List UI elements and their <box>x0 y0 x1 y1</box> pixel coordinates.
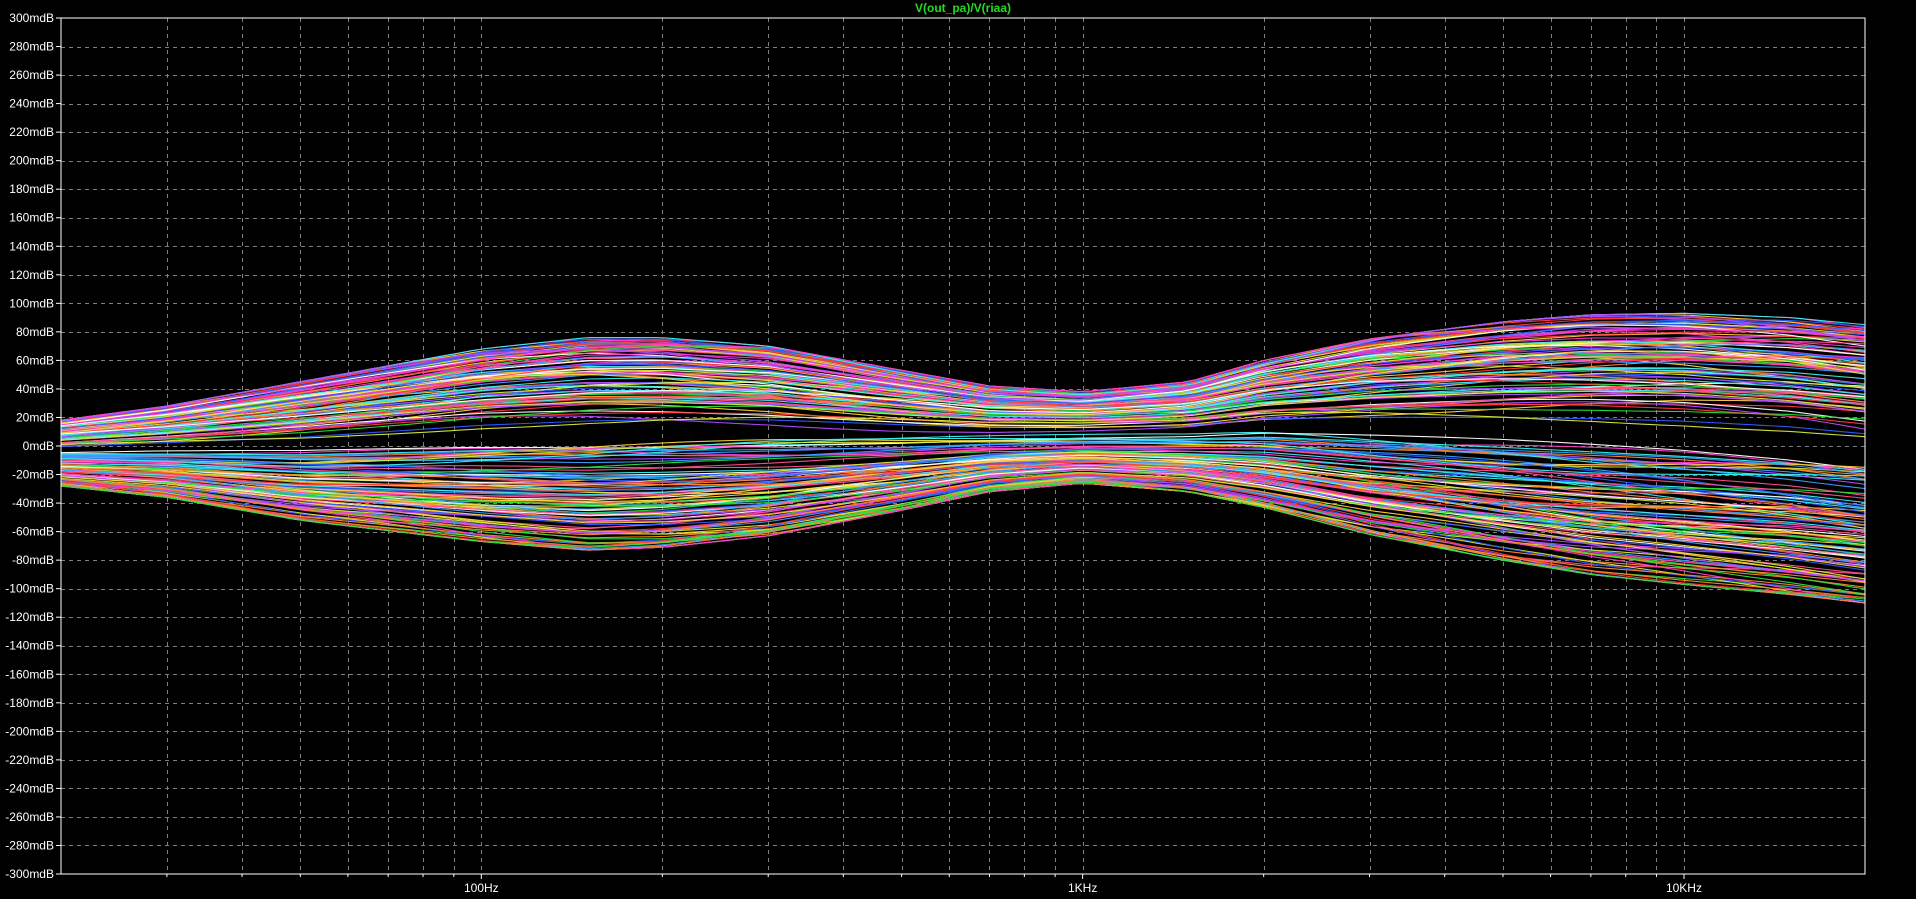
y-tick-label: -60mdB <box>12 525 54 539</box>
y-tick-label: -180mdB <box>5 696 54 710</box>
y-tick-label: -260mdB <box>5 810 54 824</box>
x-tick-label: 100Hz <box>464 881 499 895</box>
chart-background <box>0 0 1916 899</box>
y-tick-label: 120mdB <box>9 268 54 282</box>
y-tick-label: 160mdB <box>9 211 54 225</box>
y-tick-label: -200mdB <box>5 724 54 738</box>
chart-title[interactable]: V(out_pa)/V(riaa) <box>915 1 1011 15</box>
y-tick-label: 240mdB <box>9 97 54 111</box>
y-tick-label: 60mdB <box>16 353 54 367</box>
y-tick-label: 300mdB <box>9 11 54 25</box>
bode-plot-chart: 300mdB 280mdB 260mdB 240mdB 220mdB 200mdB 180m… <box>0 0 1916 899</box>
y-tick-label: 0mdB <box>23 439 54 453</box>
y-tick-label: -280mdB <box>5 838 54 852</box>
y-tick-label: -220mdB <box>5 753 54 767</box>
y-tick-label: -300mdB <box>5 867 54 881</box>
y-tick-label: -120mdB <box>5 610 54 624</box>
y-tick-label: 260mdB <box>9 68 54 82</box>
y-tick-label: 140mdB <box>9 239 54 253</box>
y-tick-label: 220mdB <box>9 125 54 139</box>
y-tick-label: -240mdB <box>5 781 54 795</box>
y-tick-label: -80mdB <box>12 553 54 567</box>
y-tick-label: -100mdB <box>5 582 54 596</box>
x-tick-label: 1KHz <box>1068 881 1097 895</box>
x-tick-label: 10KHz <box>1666 881 1702 895</box>
y-tick-label: 80mdB <box>16 325 54 339</box>
y-tick-label: 100mdB <box>9 296 54 310</box>
y-tick-label: 40mdB <box>16 382 54 396</box>
y-tick-label: 20mdB <box>16 410 54 424</box>
y-tick-label: -140mdB <box>5 639 54 653</box>
y-tick-label: 200mdB <box>9 154 54 168</box>
y-tick-label: -40mdB <box>12 496 54 510</box>
y-tick-label: 280mdB <box>9 40 54 54</box>
plot-window: 300mdB 280mdB 260mdB 240mdB 220mdB 200mdB 180m… <box>0 0 1916 899</box>
y-tick-label: 180mdB <box>9 182 54 196</box>
y-tick-label: -160mdB <box>5 667 54 681</box>
y-tick-label: -20mdB <box>12 468 54 482</box>
